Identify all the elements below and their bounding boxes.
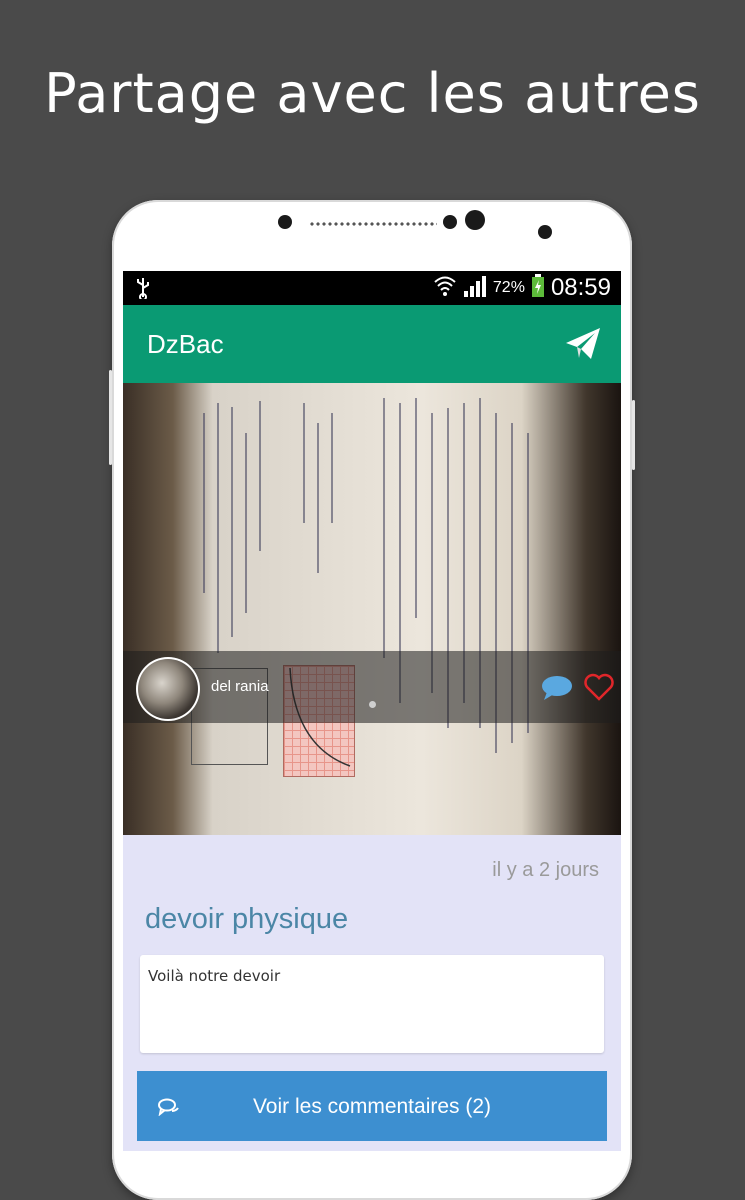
view-comments-button[interactable]: Voir les commentaires (2) (137, 1071, 607, 1141)
phone-proximity-sensor (538, 225, 552, 239)
post-photo[interactable] (123, 383, 621, 835)
wifi-icon (433, 275, 457, 301)
post-title: devoir physique (145, 903, 349, 935)
battery-percent: 72% (492, 279, 525, 296)
author-name[interactable]: del rania (211, 678, 269, 695)
phone-side-button (109, 370, 112, 465)
battery-charging-icon (531, 274, 545, 302)
phone-frame: 72% 08:59 DzBac del rania il y a 2 jours… (109, 200, 635, 1200)
app-screen: 72% 08:59 DzBac del rania il y a 2 jours… (123, 271, 621, 1151)
post-description: Voilà notre devoir (148, 967, 281, 985)
clock: 08:59 (550, 274, 611, 301)
usb-icon (135, 277, 151, 304)
app-bar: DzBac (123, 305, 621, 383)
heart-icon[interactable] (584, 673, 614, 705)
phone-sensor (278, 215, 292, 229)
phone-speaker (309, 221, 437, 227)
signal-icon (463, 275, 487, 301)
status-bar: 72% 08:59 (123, 271, 621, 305)
avatar[interactable] (136, 657, 200, 721)
phone-front-camera (465, 210, 485, 230)
app-title: DzBac (147, 329, 224, 359)
phone-side-button-right (632, 400, 635, 470)
view-comments-label: Voir les commentaires (2) (252, 1095, 492, 1118)
post-description-box: Voilà notre devoir (140, 955, 604, 1053)
comment-bubble-icon[interactable] (541, 675, 573, 705)
phone-sensor-2 (443, 215, 457, 229)
post-date: il y a 2 jours (492, 859, 599, 881)
send-icon[interactable] (565, 327, 601, 365)
promo-headline: Partage avec les autres (44, 62, 701, 125)
page-indicator-dot (369, 701, 376, 708)
